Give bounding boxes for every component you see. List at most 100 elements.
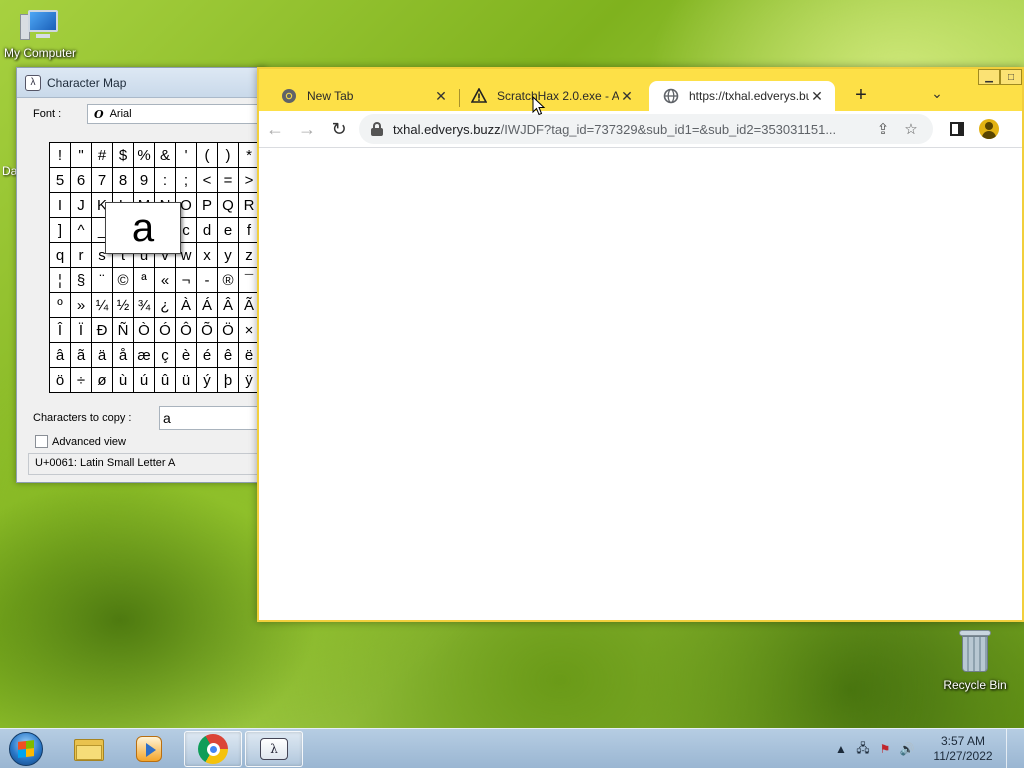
clock[interactable]: 3:57 AM 11/27/2022: [924, 734, 1002, 764]
char-cell[interactable]: y: [218, 243, 239, 268]
char-cell[interactable]: é: [197, 343, 218, 368]
char-cell[interactable]: I: [50, 193, 71, 218]
char-cell[interactable]: ä: [92, 343, 113, 368]
forward-button[interactable]: →: [291, 114, 323, 144]
char-cell[interactable]: º: [50, 293, 71, 318]
char-cell[interactable]: ú: [134, 368, 155, 393]
character-grid[interactable]: !"#$%&'()*+56789:;<=>?IJKLMNOPQRS]^_`abc…: [49, 142, 265, 393]
char-cell[interactable]: 7: [92, 168, 113, 193]
char-cell[interactable]: ½: [113, 293, 134, 318]
char-cell[interactable]: (: [197, 143, 218, 168]
tab-search-button[interactable]: ⌄: [927, 85, 947, 105]
char-cell[interactable]: ): [218, 143, 239, 168]
char-cell[interactable]: <: [197, 168, 218, 193]
char-cell[interactable]: ©: [113, 268, 134, 293]
char-cell[interactable]: ÷: [71, 368, 92, 393]
char-cell[interactable]: =: [218, 168, 239, 193]
char-cell[interactable]: ø: [92, 368, 113, 393]
char-cell[interactable]: Î: [50, 318, 71, 343]
char-cell[interactable]: ^: [71, 218, 92, 243]
side-panel-button[interactable]: [941, 114, 973, 144]
char-cell[interactable]: q: [50, 243, 71, 268]
taskbar-media-player-button[interactable]: [120, 731, 178, 767]
taskbar-charmap-button[interactable]: λ: [245, 731, 303, 767]
action-center-flag-icon[interactable]: ⚑: [874, 742, 896, 756]
char-cell[interactable]: 5: [50, 168, 71, 193]
volume-icon[interactable]: 🔊: [896, 742, 918, 756]
char-cell[interactable]: Ò: [134, 318, 155, 343]
char-cell[interactable]: r: [71, 243, 92, 268]
char-cell[interactable]: 8: [113, 168, 134, 193]
char-cell[interactable]: ': [176, 143, 197, 168]
char-cell[interactable]: À: [176, 293, 197, 318]
char-cell[interactable]: ù: [113, 368, 134, 393]
char-cell[interactable]: ý: [197, 368, 218, 393]
char-cell[interactable]: x: [197, 243, 218, 268]
characters-to-copy-input[interactable]: a: [159, 406, 265, 430]
char-cell[interactable]: ¬: [176, 268, 197, 293]
tab-scratchhax[interactable]: ScratchHax 2.0.exe - An ✕: [457, 81, 645, 111]
recycle-bin-desktop-icon[interactable]: Recycle Bin: [938, 630, 1012, 692]
char-cell[interactable]: ¼: [92, 293, 113, 318]
char-cell[interactable]: ü: [176, 368, 197, 393]
char-cell[interactable]: å: [113, 343, 134, 368]
char-cell[interactable]: ¿: [155, 293, 176, 318]
char-cell[interactable]: â: [50, 343, 71, 368]
char-cell[interactable]: ": [71, 143, 92, 168]
char-cell[interactable]: d: [197, 218, 218, 243]
char-cell[interactable]: è: [176, 343, 197, 368]
char-cell[interactable]: §: [71, 268, 92, 293]
char-cell[interactable]: !: [50, 143, 71, 168]
taskbar-explorer-button[interactable]: [60, 731, 118, 767]
profile-button[interactable]: [973, 114, 1005, 144]
reload-button[interactable]: ↻: [323, 114, 355, 144]
char-cell[interactable]: $: [113, 143, 134, 168]
start-button[interactable]: [6, 731, 46, 767]
close-icon[interactable]: ✕: [619, 88, 635, 105]
my-computer-desktop-icon[interactable]: My Computer: [0, 8, 80, 60]
char-cell[interactable]: ]: [50, 218, 71, 243]
char-cell[interactable]: «: [155, 268, 176, 293]
char-cell[interactable]: #: [92, 143, 113, 168]
charmap-titlebar[interactable]: λ Character Map: [17, 68, 265, 98]
tab-new-tab[interactable]: New Tab ✕: [267, 81, 459, 111]
advanced-view-row[interactable]: Advanced view: [35, 435, 126, 448]
font-select[interactable]: O Arial: [87, 104, 265, 124]
char-cell[interactable]: ª: [134, 268, 155, 293]
char-cell[interactable]: ç: [155, 343, 176, 368]
close-icon[interactable]: ✕: [433, 88, 449, 105]
char-cell[interactable]: ;: [176, 168, 197, 193]
char-cell[interactable]: ¨: [92, 268, 113, 293]
char-cell[interactable]: Ñ: [113, 318, 134, 343]
char-cell[interactable]: û: [155, 368, 176, 393]
close-icon[interactable]: ✕: [809, 88, 825, 105]
address-bar[interactable]: txhal.edverys.buzz/IWJDF?tag_id=737329&s…: [359, 114, 933, 144]
taskbar-chrome-button[interactable]: [184, 731, 242, 767]
char-cell[interactable]: Ï: [71, 318, 92, 343]
share-button[interactable]: ⇪: [869, 120, 897, 138]
char-cell[interactable]: ¾: [134, 293, 155, 318]
advanced-view-checkbox[interactable]: [35, 435, 48, 448]
char-cell[interactable]: æ: [134, 343, 155, 368]
char-cell[interactable]: »: [71, 293, 92, 318]
char-cell[interactable]: ê: [218, 343, 239, 368]
page-content[interactable]: [259, 147, 1022, 620]
char-cell[interactable]: Ô: [176, 318, 197, 343]
char-cell[interactable]: Ó: [155, 318, 176, 343]
char-cell[interactable]: P: [197, 193, 218, 218]
char-cell[interactable]: ¦: [50, 268, 71, 293]
char-cell[interactable]: þ: [218, 368, 239, 393]
char-cell[interactable]: Ð: [92, 318, 113, 343]
back-button[interactable]: ←: [259, 114, 291, 144]
char-cell[interactable]: Á: [197, 293, 218, 318]
char-cell[interactable]: e: [218, 218, 239, 243]
char-cell[interactable]: ã: [71, 343, 92, 368]
char-cell[interactable]: 6: [71, 168, 92, 193]
bookmark-button[interactable]: ☆: [897, 120, 925, 138]
char-cell[interactable]: ö: [50, 368, 71, 393]
char-cell[interactable]: Â: [218, 293, 239, 318]
char-cell[interactable]: Q: [218, 193, 239, 218]
show-desktop-button[interactable]: [1006, 729, 1018, 768]
char-cell[interactable]: 9: [134, 168, 155, 193]
char-cell[interactable]: &: [155, 143, 176, 168]
